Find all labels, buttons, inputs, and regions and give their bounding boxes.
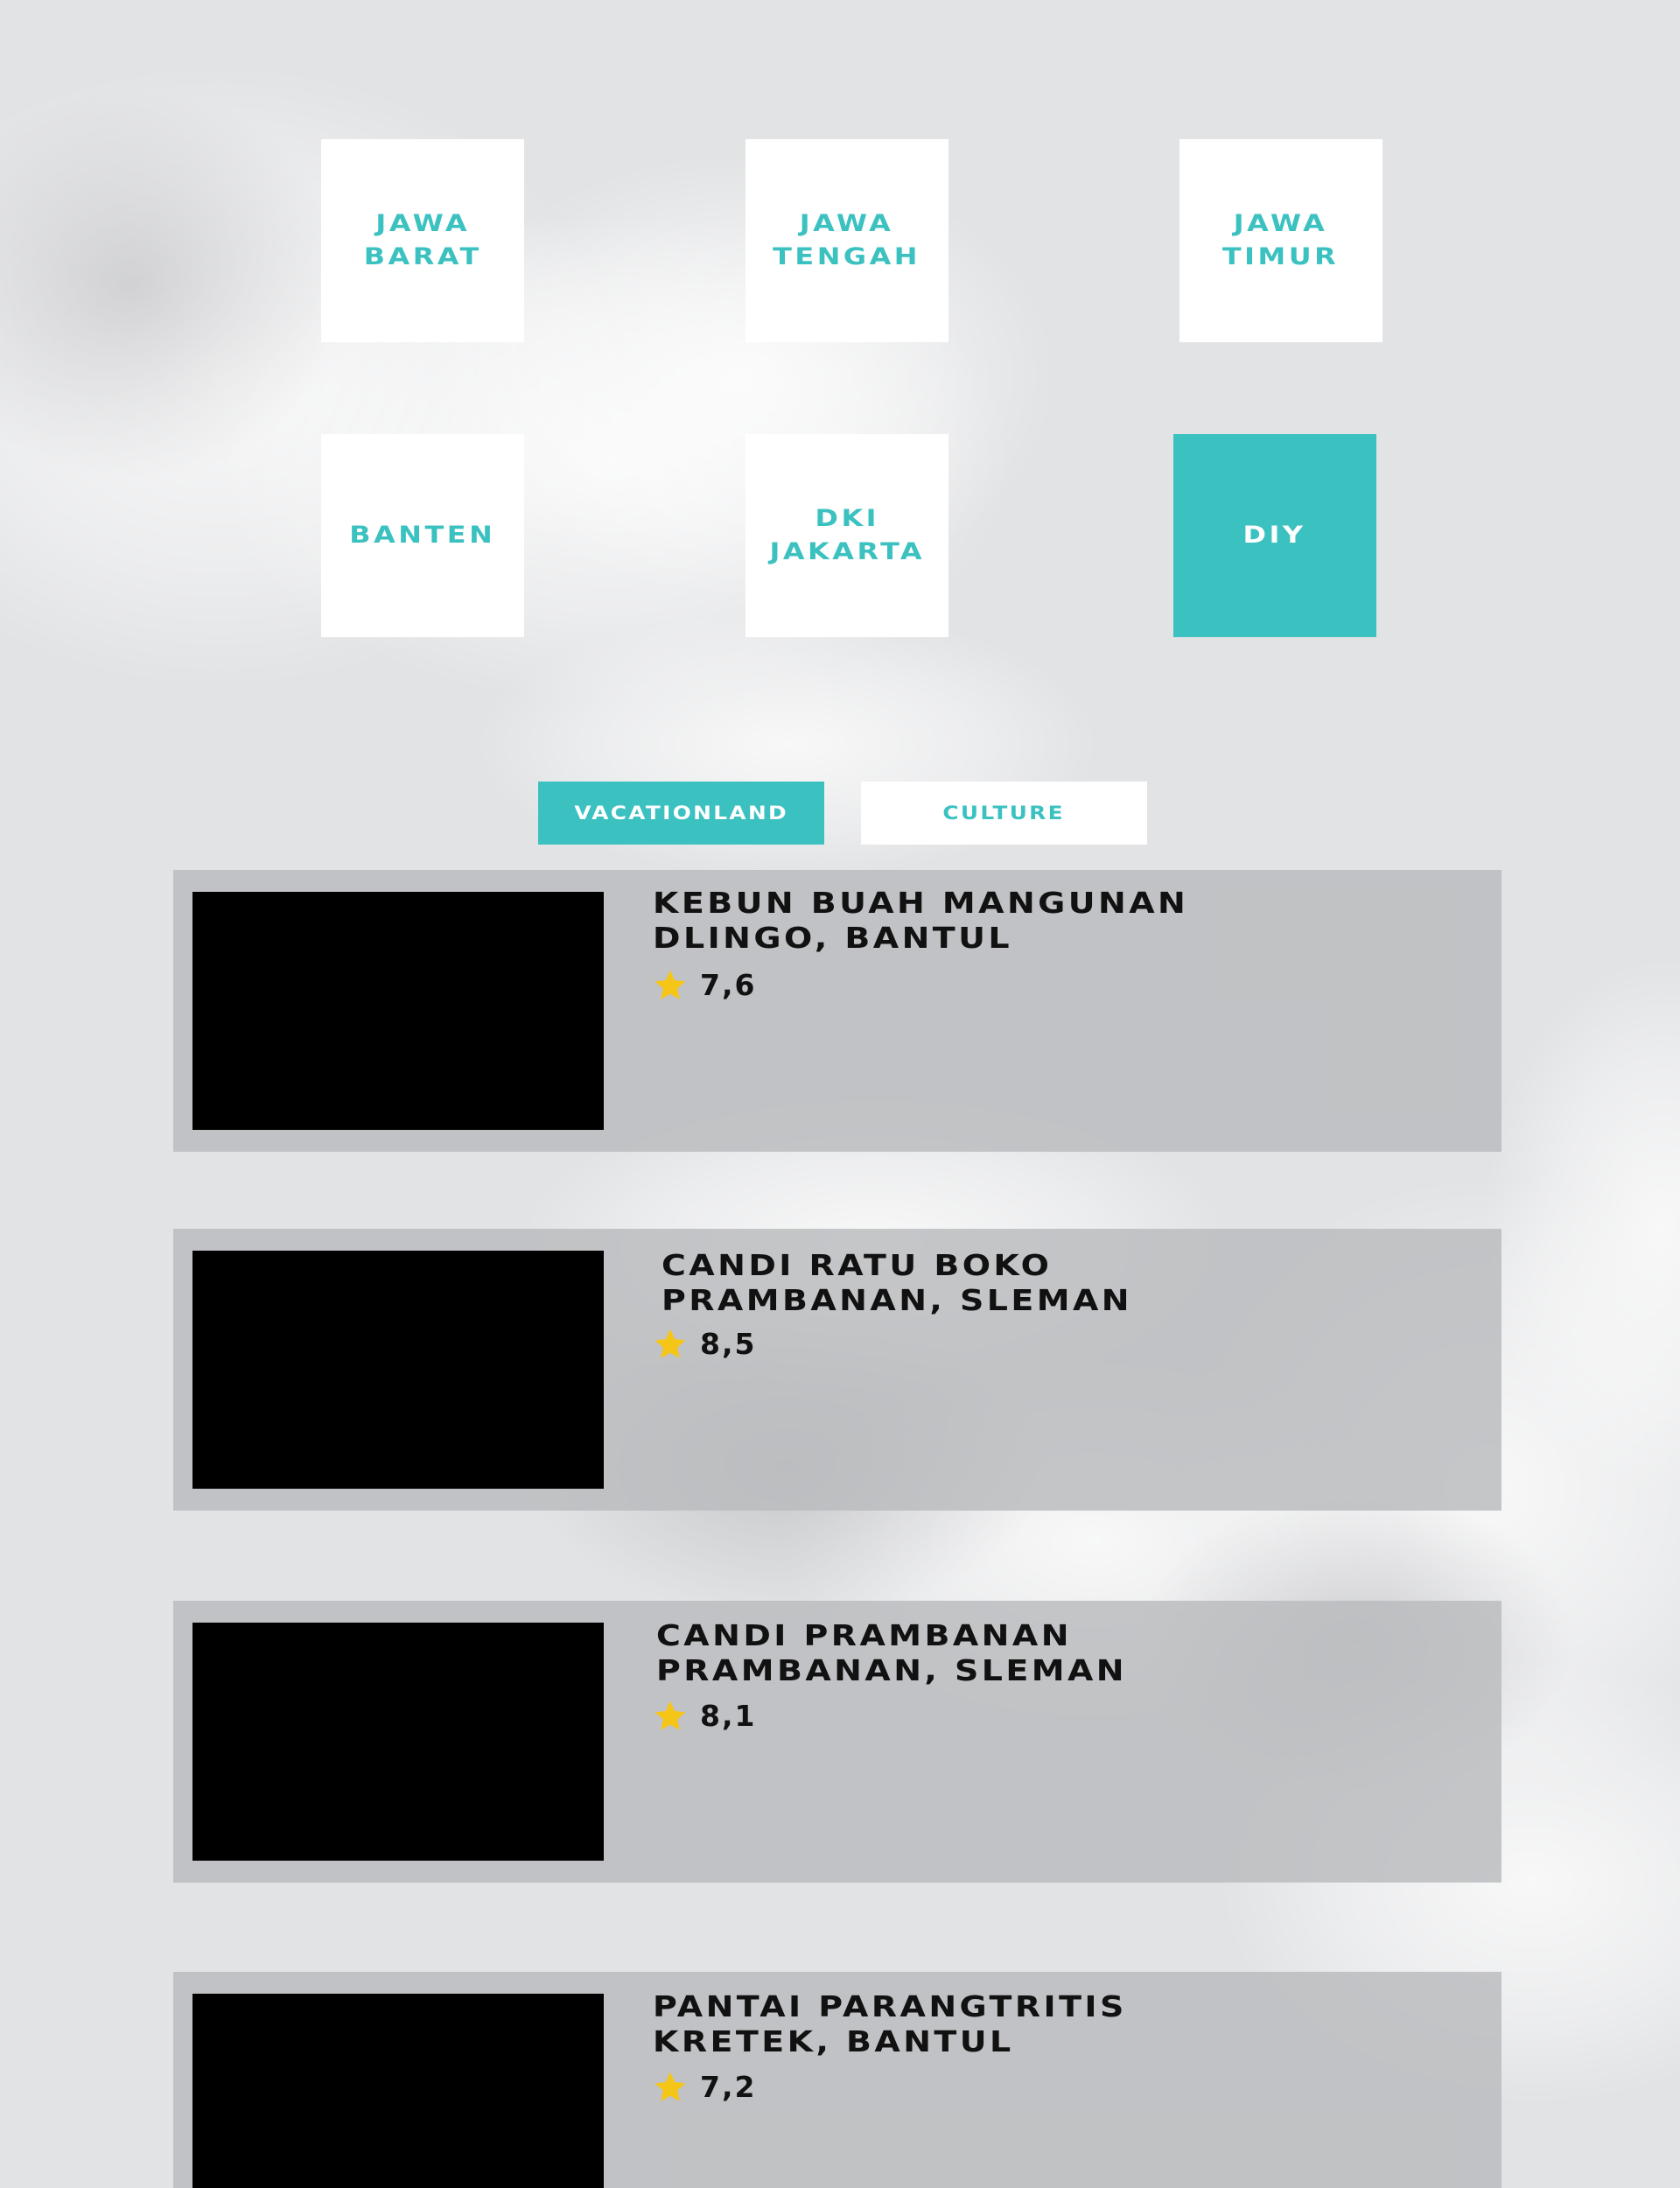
region-label: JAWA BARAT (363, 210, 482, 270)
place-card[interactable]: PANTAI PARANGTRITIS KRETEK, BANTUL 7,2 (173, 1972, 1502, 2188)
place-thumbnail (192, 1251, 604, 1489)
place-title: CANDI PRAMBANAN (656, 1618, 1072, 1652)
place-thumbnail (192, 1623, 604, 1861)
place-card[interactable]: CANDI RATU BOKO PRAMBANAN, SLEMAN 8,5 (173, 1229, 1502, 1511)
place-location: PRAMBANAN, SLEMAN (656, 1653, 1127, 1687)
place-rating: 8,1 (700, 1699, 757, 1733)
place-thumbnail (192, 1994, 604, 2188)
region-tile-jawa-tengah[interactable]: JAWA TENGAH (746, 139, 948, 342)
place-rating: 8,5 (700, 1327, 757, 1361)
star-icon (654, 1701, 686, 1730)
region-label: JAWA TIMUR (1222, 210, 1340, 270)
region-label: DKI JAKARTA (769, 505, 925, 565)
place-rating: 7,2 (700, 2070, 757, 2104)
region-tile-jawa-barat[interactable]: JAWA BARAT (321, 139, 524, 342)
region-label: BANTEN (349, 522, 496, 549)
place-location: DLINGO, BANTUL (653, 921, 1013, 955)
place-thumbnail (192, 892, 604, 1130)
place-location: KRETEK, BANTUL (653, 2024, 1014, 2058)
region-tile-diy[interactable]: DIY (1173, 434, 1376, 637)
region-label: DIY (1242, 522, 1306, 549)
tab-vacationland[interactable]: VACATIONLAND (538, 782, 824, 845)
place-title: KEBUN BUAH MANGUNAN (653, 886, 1189, 920)
region-label: JAWA TENGAH (773, 210, 921, 270)
star-icon (654, 970, 686, 999)
star-icon (654, 1329, 686, 1358)
place-rating: 7,6 (700, 968, 757, 1002)
region-tile-jawa-timur[interactable]: JAWA TIMUR (1180, 139, 1382, 342)
place-card[interactable]: KEBUN BUAH MANGUNAN DLINGO, BANTUL 7,6 (173, 870, 1502, 1152)
place-card[interactable]: CANDI PRAMBANAN PRAMBANAN, SLEMAN 8,1 (173, 1601, 1502, 1883)
region-tile-banten[interactable]: BANTEN (321, 434, 524, 637)
tab-label: CULTURE (942, 803, 1066, 824)
tab-culture[interactable]: CULTURE (861, 782, 1147, 845)
place-title: PANTAI PARANGTRITIS (653, 1989, 1127, 2023)
place-location: PRAMBANAN, SLEMAN (662, 1283, 1132, 1317)
region-tile-dki-jakarta[interactable]: DKI JAKARTA (746, 434, 948, 637)
place-title: CANDI RATU BOKO (662, 1248, 1053, 1282)
tab-label: VACATIONLAND (574, 803, 788, 824)
star-icon (654, 2072, 686, 2101)
